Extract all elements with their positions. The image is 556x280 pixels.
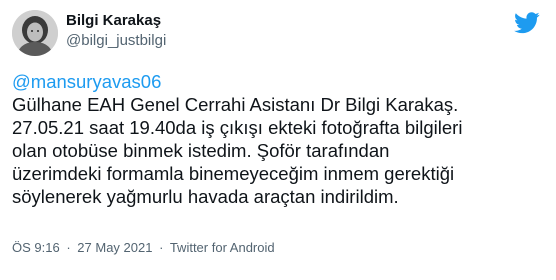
- tweet-line: üzerimdeki formamla binemeyeceğim inmem …: [12, 163, 455, 184]
- mention-link[interactable]: @mansuryavas06: [12, 70, 548, 93]
- avatar-photo-icon: [12, 10, 58, 56]
- tweet-time[interactable]: ÖS 9:16: [12, 240, 60, 255]
- meta-separator: ·: [159, 240, 164, 255]
- tweet-source[interactable]: Twitter for Android: [170, 240, 275, 255]
- tweet-text: @mansuryavas06 Gülhane EAH Genel Cerrahi…: [12, 70, 548, 208]
- avatar[interactable]: [12, 10, 58, 56]
- tweet-line: 27.05.21 saat 19.40da iş çıkışı ekteki f…: [12, 117, 463, 138]
- tweet-line: Gülhane EAH Genel Cerrahi Asistanı Dr Bi…: [12, 94, 459, 115]
- tweet-line: söylenerek yağmurlu havada araçtan indir…: [12, 186, 399, 207]
- tweet-line: olan otobüse binmek istedim. Şoför taraf…: [12, 140, 390, 161]
- tweet-metadata: ÖS 9:16 · 27 May 2021 · Twitter for Andr…: [12, 240, 275, 255]
- author-handle[interactable]: @bilgi_justbilgi: [66, 32, 166, 49]
- twitter-bird-icon[interactable]: [514, 12, 540, 34]
- author-display-name[interactable]: Bilgi Karakaş: [66, 12, 161, 29]
- meta-separator: ·: [66, 240, 71, 255]
- tweet-date[interactable]: 27 May 2021: [77, 240, 152, 255]
- tweet-card: Bilgi Karakaş @bilgi_justbilgi @mansurya…: [0, 0, 556, 280]
